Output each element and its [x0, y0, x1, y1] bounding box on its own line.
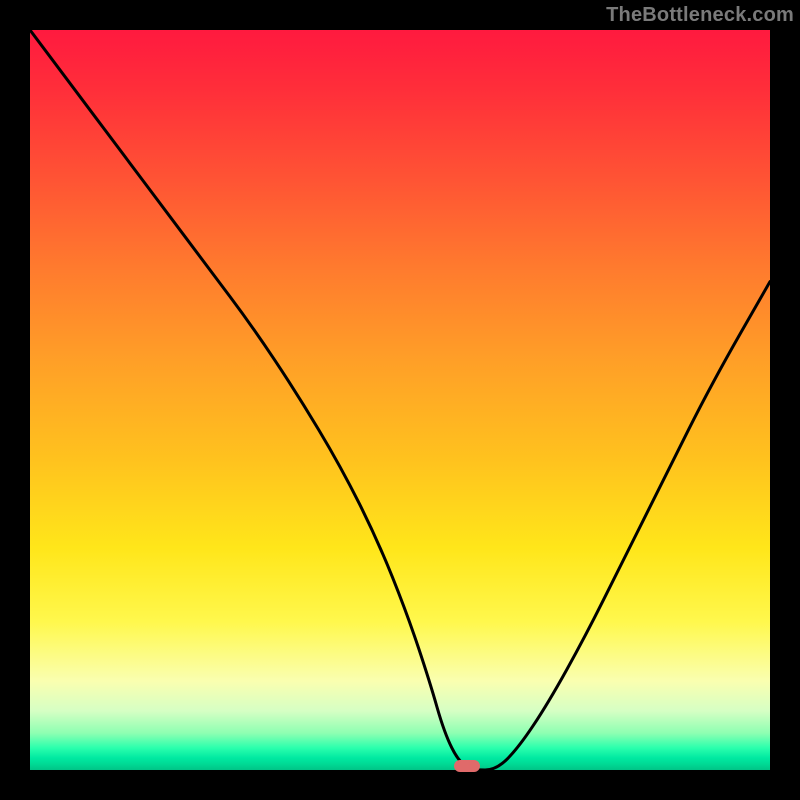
watermark-text: TheBottleneck.com: [606, 4, 794, 27]
plot-area: [30, 30, 770, 770]
bottleneck-curve: [30, 30, 770, 770]
chart-stage: TheBottleneck.com: [0, 0, 800, 800]
optimal-marker: [454, 760, 480, 772]
